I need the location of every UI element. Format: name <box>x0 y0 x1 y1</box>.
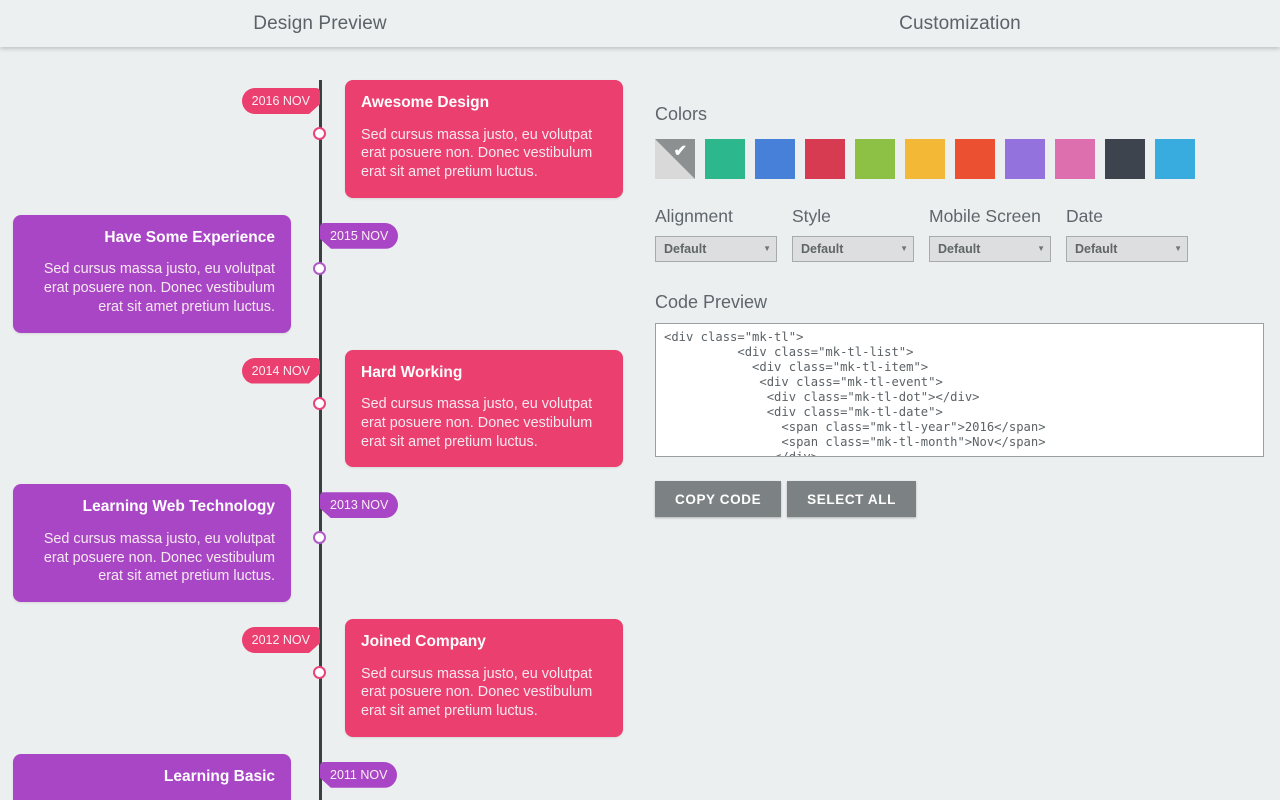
design-preview-title: Design Preview <box>253 12 387 34</box>
timeline-slot-left: Learning BasicSed cursus massa justo, eu… <box>0 753 320 800</box>
select-mobile-screen[interactable]: Default ▼ <box>929 236 1051 262</box>
timeline-dot-icon <box>313 396 326 410</box>
select-value: Default <box>1075 242 1118 256</box>
select-alignment[interactable]: Default ▼ <box>655 236 777 262</box>
color-swatch-pink[interactable] <box>1055 139 1095 179</box>
color-swatch-default[interactable]: ✔ <box>655 139 695 179</box>
select-value: Default <box>664 242 707 256</box>
timeline-card-description: Sed cursus massa justo, eu volutpat erat… <box>361 665 593 720</box>
timeline-card-title: Have Some Experience <box>104 228 275 246</box>
control-label: Alignment <box>655 206 733 226</box>
timeline-card[interactable]: Hard Working Sed cursus massa justo, eu v… <box>345 349 623 468</box>
timeline-date-badge: 2012 NOV <box>241 627 320 653</box>
control-label: Style <box>792 206 831 226</box>
timeline-card-title: Joined Company <box>361 633 486 650</box>
timeline-item: Learning BasicSed cursus massa justo, eu… <box>0 753 640 800</box>
color-swatch-crimson[interactable] <box>805 139 845 179</box>
timeline-dot-icon <box>313 261 326 275</box>
chevron-down-icon: ▼ <box>1037 244 1045 253</box>
control-label: Date <box>1066 206 1103 226</box>
color-swatch-blue[interactable] <box>755 139 795 179</box>
header-pane-customization: Customization <box>640 0 1280 47</box>
select-all-button[interactable]: SELECT ALL <box>787 481 916 517</box>
timeline-card-description: Sed cursus massa justo, eu volutpat erat… <box>361 126 593 181</box>
timeline-item: 2016 NOV Awesome Design Sed cursus massa j… <box>0 80 640 198</box>
timeline-slot-left: Have Some Experience Sed cursus massa jus… <box>0 214 320 333</box>
header-pane-design-preview: Design Preview <box>0 0 640 47</box>
color-swatch-violet[interactable] <box>1005 139 1045 179</box>
timeline-card-title: Learning Web Technology <box>82 498 275 516</box>
timeline-dot-icon <box>313 127 326 140</box>
main-content: 2016 NOV Awesome Design Sed cursus massa j… <box>0 47 1280 800</box>
timeline-card-title: Learning Basic <box>163 767 275 785</box>
code-preview-label: Code Preview <box>655 292 768 312</box>
design-preview-pane: 2016 NOV Awesome Design Sed cursus massa j… <box>0 47 640 800</box>
color-swatch-sky[interactable] <box>1155 139 1195 179</box>
color-swatch-dark-slate[interactable] <box>1105 139 1145 179</box>
timeline-slot-left: Learning Web Technology Sed cursus massa … <box>0 484 320 602</box>
timeline-date-badge: 2013 NOV <box>320 492 399 519</box>
color-swatch-lime[interactable] <box>855 139 895 179</box>
control-style: Style Default ▼ <box>792 206 914 262</box>
control-label: Mobile Screen <box>929 206 1041 226</box>
timeline-date-badge: 2011 NOV <box>320 761 398 788</box>
control-alignment: Alignment Default ▼ <box>655 206 777 262</box>
timeline-card[interactable]: Learning BasicSed cursus massa justo, eu… <box>13 753 291 800</box>
timeline-card-title: Awesome Design <box>361 94 490 111</box>
timeline: 2016 NOV Awesome Design Sed cursus massa j… <box>0 47 640 800</box>
check-icon: ✔ <box>673 143 687 160</box>
chevron-down-icon: ▼ <box>1174 244 1182 253</box>
timeline-item: Learning Web Technology Sed cursus massa … <box>0 484 640 602</box>
control-row: Alignment Default ▼ Style Default ▼ Mobile Scr… <box>655 206 1280 262</box>
timeline-item: 2012 NOV Joined Company Sed cursus massa j… <box>0 619 640 737</box>
color-swatch-green[interactable] <box>705 139 745 179</box>
colors-section-label: Colors <box>655 104 708 124</box>
timeline-dot-icon <box>313 531 326 545</box>
control-date: Date Default ▼ <box>1066 206 1188 262</box>
timeline-card-description: Sed cursus massa justo, eu volutpat erat… <box>43 530 275 585</box>
timeline-slot-right: Joined Company Sed cursus massa justo, eu… <box>320 619 640 737</box>
timeline-slot-right: Hard Working Sed cursus massa justo, eu v… <box>320 349 640 468</box>
timeline-card-description: Sed cursus massa justo, eu volutpat erat… <box>361 396 593 450</box>
control-mobile-screen: Mobile Screen Default ▼ <box>929 206 1051 262</box>
timeline-card[interactable]: Have Some Experience Sed cursus massa jus… <box>13 214 291 333</box>
timeline-date-badge: 2015 NOV <box>320 222 399 249</box>
timeline-dot-icon <box>313 666 326 679</box>
timeline-card-title: Hard Working <box>361 363 463 381</box>
timeline-date-badge: 2014 NOV <box>241 357 320 384</box>
timeline-slot-right: Awesome Design Sed cursus massa justo, eu… <box>320 80 640 198</box>
color-swatch-list: ✔ <box>655 139 1280 179</box>
select-value: Default <box>801 242 844 256</box>
timeline-date-badge: 2016 NOV <box>241 88 320 114</box>
timeline-item: 2014 NOV Hard Working Sed cursus massa jus… <box>0 349 640 468</box>
timeline-card[interactable]: Joined Company Sed cursus massa justo, eu… <box>345 619 623 737</box>
chevron-down-icon: ▼ <box>900 244 908 253</box>
timeline-card-description: Sed cursus massa justo, eu volutpat erat… <box>43 261 275 315</box>
select-style[interactable]: Default ▼ <box>792 236 914 262</box>
app-header: Design Preview Customization <box>0 0 1280 47</box>
customization-pane: Colors ✔ Alignment Default ▼ Style Default ▼ M… <box>640 47 1280 800</box>
select-value: Default <box>938 242 981 256</box>
timeline-card[interactable]: Learning Web Technology Sed cursus massa … <box>13 484 291 602</box>
copy-code-button[interactable]: COPY CODE <box>655 481 782 517</box>
code-preview-textarea[interactable]: <div class="mk-tl"> <div class="mk-tl-li… <box>655 323 1264 457</box>
timeline-card[interactable]: Awesome Design Sed cursus massa justo, eu… <box>345 80 623 198</box>
chevron-down-icon: ▼ <box>763 244 771 253</box>
select-date[interactable]: Default ▼ <box>1066 236 1188 262</box>
customization-title: Customization <box>899 12 1021 34</box>
action-button-row: COPY CODE SELECT ALL <box>655 481 1280 517</box>
timeline-item: Have Some Experience Sed cursus massa jus… <box>0 214 640 333</box>
color-swatch-amber[interactable] <box>905 139 945 179</box>
color-swatch-orange[interactable] <box>955 139 995 179</box>
